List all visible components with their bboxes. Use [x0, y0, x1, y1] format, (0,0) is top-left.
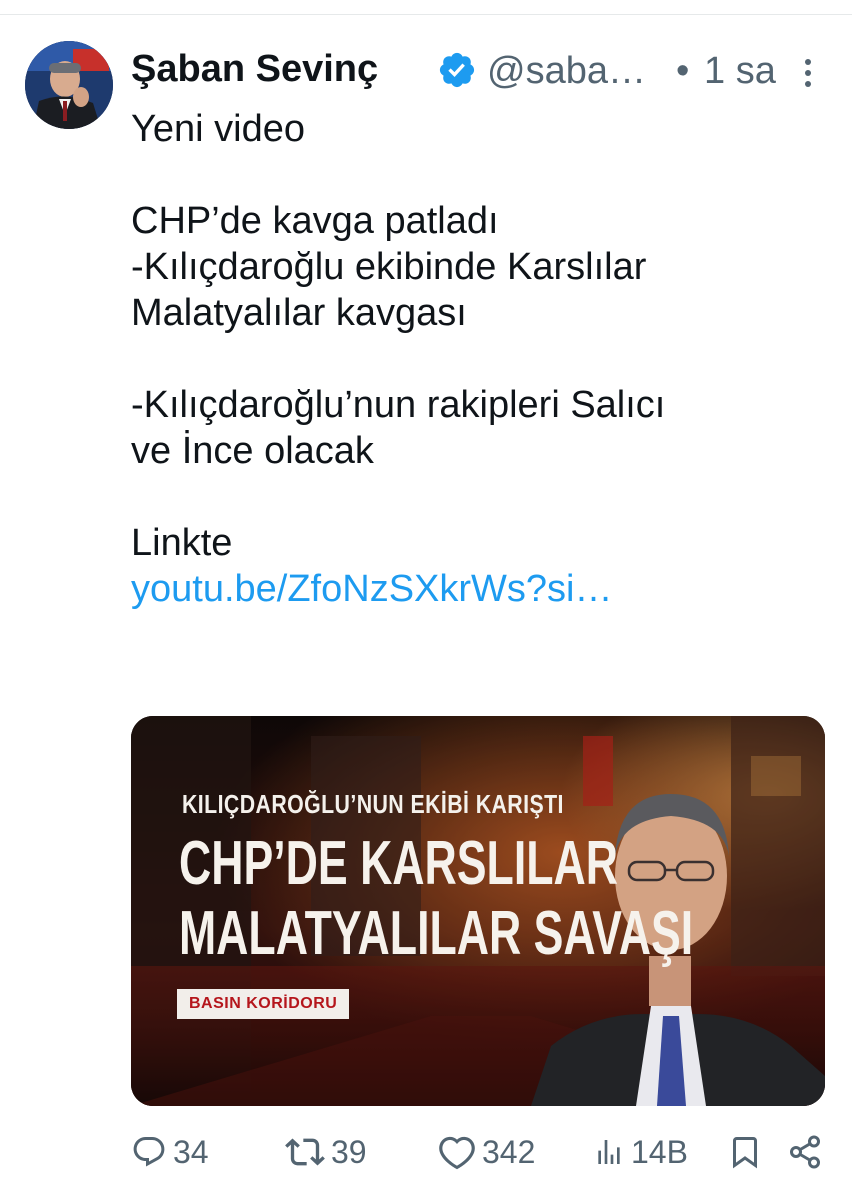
thumbnail-headline-line2: MALATYALILAR SAVAŞI — [179, 899, 694, 968]
views-count: 14B — [631, 1133, 688, 1170]
top-divider — [0, 14, 852, 15]
timestamp[interactable]: 1 sa — [704, 50, 776, 93]
share-button[interactable] — [787, 1128, 823, 1176]
views-button[interactable]: 14B — [593, 1128, 688, 1176]
reply-icon — [133, 1137, 165, 1167]
repost-icon — [285, 1138, 325, 1166]
repost-count: 39 — [331, 1133, 367, 1170]
verified-badge-icon — [439, 52, 475, 88]
channel-badge: BASIN KORİDORU — [177, 989, 350, 1019]
action-bar: 34 39 342 14B — [131, 1128, 831, 1176]
reply-button[interactable]: 34 — [131, 1128, 209, 1176]
share-icon — [790, 1135, 820, 1169]
reply-count: 34 — [173, 1133, 209, 1170]
video-thumbnail[interactable]: KILIÇDAROĞLU’NUN EKİBİ KARIŞTI CHP’DE KA… — [131, 716, 825, 1106]
tweet-text: Yeni video CHP’de kavga patladı -Kılıçda… — [131, 108, 666, 564]
thumbnail-headline-line1: CHP’DE KARSLILAR — [179, 829, 618, 898]
author-avatar[interactable] — [25, 41, 113, 129]
author-handle[interactable]: @saba… — [487, 50, 646, 93]
repost-button[interactable]: 39 — [285, 1128, 367, 1176]
like-button[interactable]: 342 — [438, 1128, 535, 1176]
views-chart-icon — [598, 1140, 620, 1164]
like-count: 342 — [482, 1133, 536, 1170]
tweet-header: Şaban Sevinç @saba… • 1 sa — [131, 44, 831, 104]
bookmark-button[interactable] — [727, 1128, 763, 1176]
separator-dot: • — [676, 50, 690, 92]
thumbnail-headline: CHP’DE KARSLILAR MALATYALILAR SAVAŞI — [179, 829, 693, 969]
avatar-photo — [25, 41, 113, 129]
bookmark-icon — [733, 1137, 757, 1169]
author-name[interactable]: Şaban Sevinç — [131, 48, 378, 91]
thumbnail-kicker: KILIÇDAROĞLU’NUN EKİBİ KARIŞTI — [182, 789, 564, 819]
heart-icon — [439, 1136, 475, 1170]
more-options-icon[interactable] — [801, 54, 815, 94]
tweet-link[interactable]: youtu.be/ZfoNzSXkrWs?si… — [131, 568, 612, 610]
tweet-body: Yeni video CHP’de kavga patladı -Kılıçda… — [131, 106, 821, 612]
